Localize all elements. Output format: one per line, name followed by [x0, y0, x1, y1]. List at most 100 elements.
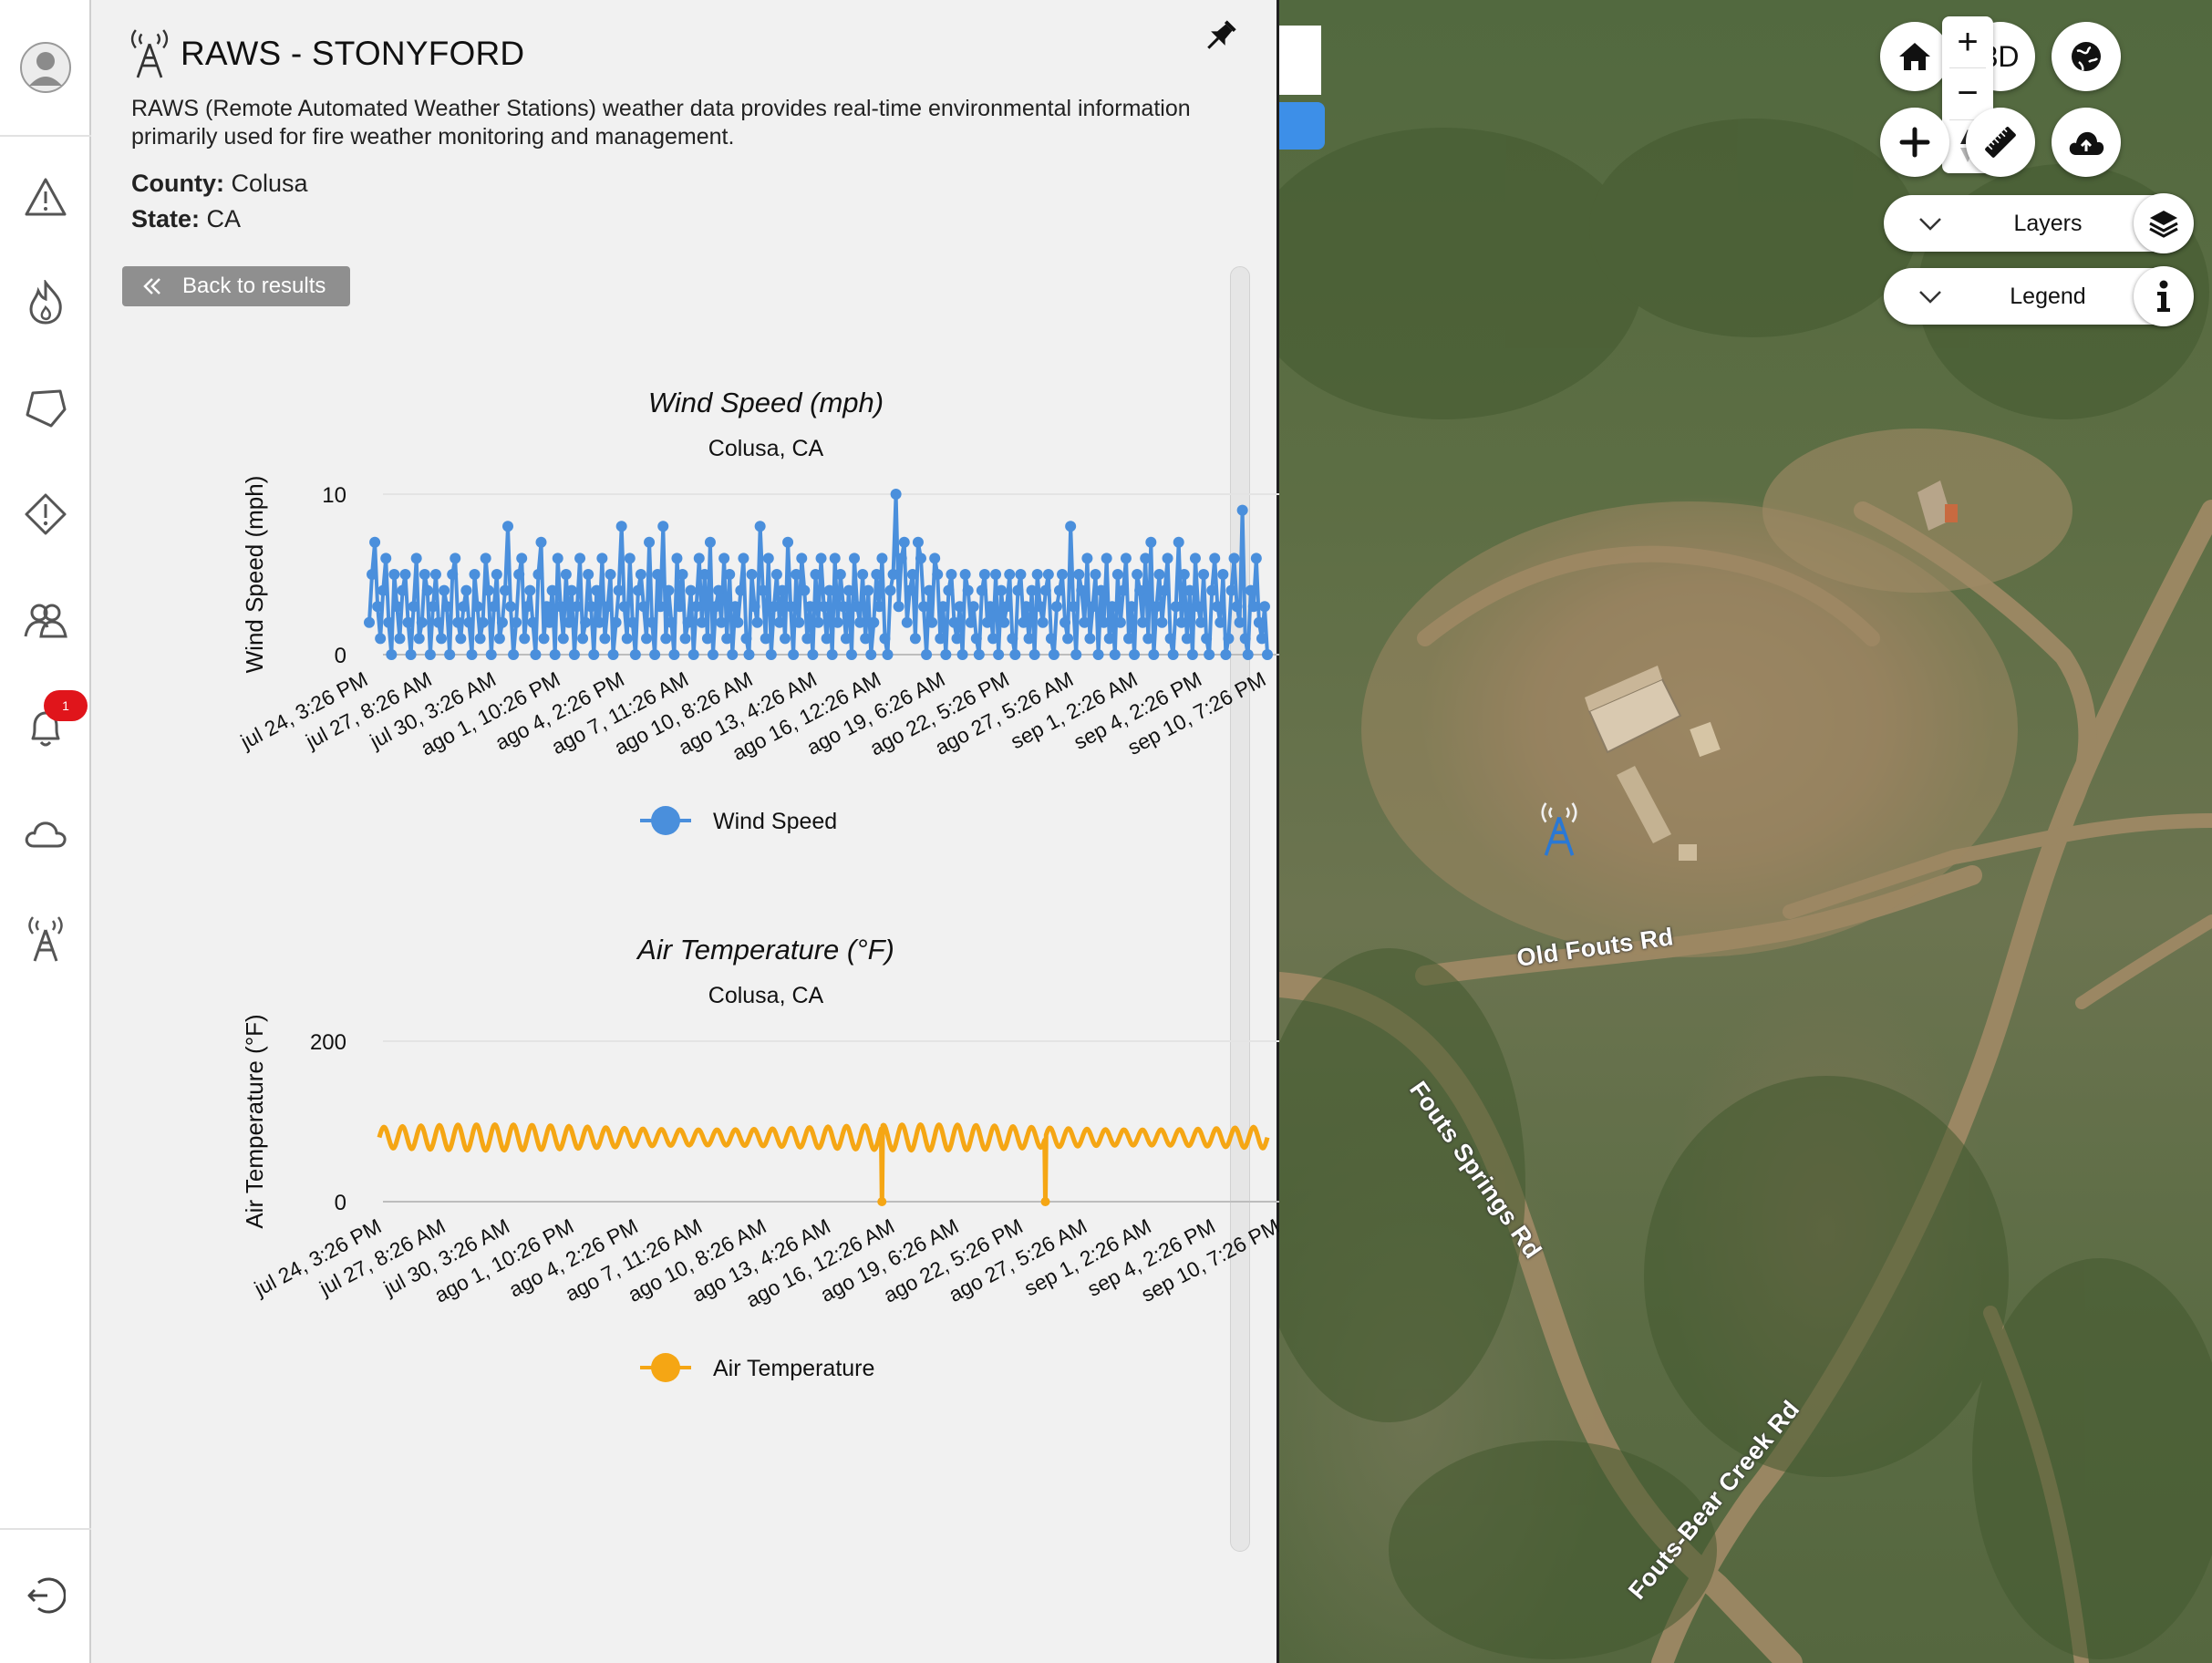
data-point: [427, 601, 439, 613]
y-tick-label: 0: [335, 644, 346, 668]
data-point: [929, 553, 941, 564]
sidebar-divider: [0, 1528, 91, 1530]
data-point: [499, 584, 511, 596]
cloud-icon[interactable]: [18, 806, 73, 861]
data-point: [1159, 584, 1171, 596]
data-point: [1095, 584, 1107, 596]
data-point: [868, 616, 880, 628]
data-point: [1111, 569, 1123, 580]
data-point: [367, 569, 378, 580]
data-point: [887, 569, 899, 580]
data-point: [1186, 649, 1198, 660]
legend-toggle[interactable]: Legend: [1884, 266, 2194, 326]
data-point: [560, 569, 572, 580]
data-point: [946, 569, 957, 580]
data-point: [1023, 633, 1035, 645]
people-icon[interactable]: [18, 593, 73, 647]
layers-toggle[interactable]: Layers: [1884, 193, 2194, 253]
data-point: [740, 633, 752, 645]
county-label: County:: [131, 170, 224, 197]
station-description: RAWS (Remote Automated Weather Stations)…: [131, 96, 1191, 150]
zoom-in-button[interactable]: +: [1942, 16, 1993, 67]
data-point: [973, 649, 985, 660]
layers-icon[interactable]: [2134, 193, 2194, 253]
data-point: [751, 616, 763, 628]
data-point: [1253, 616, 1265, 628]
data-point: [436, 633, 448, 645]
data-point: [987, 633, 999, 645]
data-point: [743, 649, 755, 660]
home-button[interactable]: [1880, 22, 1949, 91]
data-point: [865, 649, 877, 660]
data-point: [439, 584, 450, 596]
data-point: [804, 601, 816, 613]
y-axis-label: Wind Speed (mph): [241, 476, 268, 674]
data-point: [605, 569, 616, 580]
data-point: [812, 616, 824, 628]
data-point: [912, 536, 924, 548]
station-marker-icon[interactable]: [1536, 799, 1582, 865]
data-point: [1137, 616, 1149, 628]
data-point: [660, 633, 672, 645]
data-point: [416, 616, 428, 628]
data-point: [1090, 569, 1101, 580]
info-icon[interactable]: [2134, 266, 2194, 326]
wind-speed-chart: Wind Speed (mph) Colusa, CA Wind Speed (mp…: [182, 365, 1295, 912]
back-to-results-button[interactable]: Back to results: [122, 266, 350, 306]
data-point: [519, 633, 531, 645]
data-point: [1195, 616, 1207, 628]
data-point: [1231, 601, 1243, 613]
data-point: [1192, 601, 1204, 613]
data-point: [882, 649, 894, 660]
data-point: [1145, 536, 1157, 548]
data-point: [857, 569, 869, 580]
data-point: [535, 536, 547, 548]
data-point: [770, 569, 782, 580]
data-point: [701, 633, 713, 645]
data-point: [511, 616, 522, 628]
data-point: [491, 569, 502, 580]
data-point: [543, 616, 555, 628]
data-point: [890, 489, 902, 500]
legend-label: Legend: [2010, 283, 2086, 309]
data-point: [419, 569, 430, 580]
data-point: [530, 649, 542, 660]
data-point: [477, 616, 489, 628]
antenna-icon[interactable]: [18, 912, 73, 966]
data-point: [773, 616, 785, 628]
fire-icon[interactable]: [18, 275, 73, 330]
data-point: [1164, 633, 1176, 645]
warning-diamond-icon[interactable]: [18, 487, 73, 542]
cloud-upload-button[interactable]: [2052, 108, 2121, 177]
data-point: [877, 1197, 887, 1206]
data-point: [799, 584, 811, 596]
polygon-icon[interactable]: [18, 381, 73, 436]
data-point: [591, 584, 603, 596]
map-search-box[interactable]: [1279, 26, 1321, 95]
alert-triangle-icon[interactable]: [18, 170, 73, 224]
data-point: [956, 649, 968, 660]
data-point: [996, 584, 1008, 596]
data-point: [780, 633, 791, 645]
data-point: [738, 553, 749, 564]
data-point: [1101, 553, 1112, 564]
data-point: [863, 584, 874, 596]
pin-icon[interactable]: [1200, 16, 1240, 57]
data-point: [1117, 584, 1129, 596]
data-point: [671, 553, 683, 564]
map-search-button[interactable]: [1279, 102, 1325, 150]
layers-label: Layers: [2013, 210, 2083, 236]
add-button[interactable]: [1880, 108, 1949, 177]
data-point: [815, 553, 827, 564]
profile-icon[interactable]: [18, 40, 73, 95]
data-point: [469, 569, 481, 580]
logout-icon[interactable]: [18, 1568, 73, 1623]
data-point: [821, 633, 832, 645]
globe-button[interactable]: [2052, 22, 2121, 91]
data-point: [1081, 553, 1093, 564]
chart-title: Air Temperature (°F): [636, 934, 894, 966]
measure-button[interactable]: [1966, 108, 2035, 177]
data-point: [1178, 569, 1190, 580]
data-point: [663, 584, 675, 596]
data-point: [552, 553, 563, 564]
